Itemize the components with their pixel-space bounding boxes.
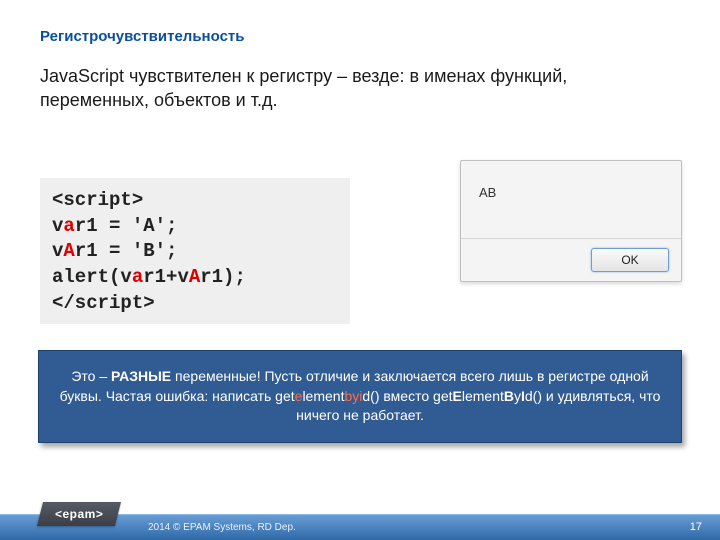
- alert-dialog: AB OK: [460, 160, 682, 282]
- code-snippet: <script> var1 = 'A'; vAr1 = 'B'; alert(v…: [40, 178, 350, 324]
- code-line: <script>: [52, 188, 338, 214]
- note-callout: Это – РАЗНЫЕ переменные! Пусть отличие и…: [38, 350, 682, 443]
- epam-logo: <epam>: [37, 502, 121, 526]
- dialog-footer: OK: [461, 239, 681, 281]
- code-line: </script>: [52, 291, 338, 317]
- code-line: vAr1 = 'B';: [52, 239, 338, 265]
- copyright-text: 2014 © EPAM Systems, RD Dep.: [148, 522, 296, 533]
- slide-title: Регистрочувствительность: [40, 28, 245, 45]
- code-line: alert(var1+vAr1);: [52, 265, 338, 291]
- page-number: 17: [690, 521, 702, 533]
- code-line: var1 = 'A';: [52, 214, 338, 240]
- ok-button[interactable]: OK: [591, 248, 669, 272]
- slide-subtitle: JavaScript чувствителен к регистру – вез…: [40, 64, 670, 113]
- alert-message: AB: [461, 161, 681, 200]
